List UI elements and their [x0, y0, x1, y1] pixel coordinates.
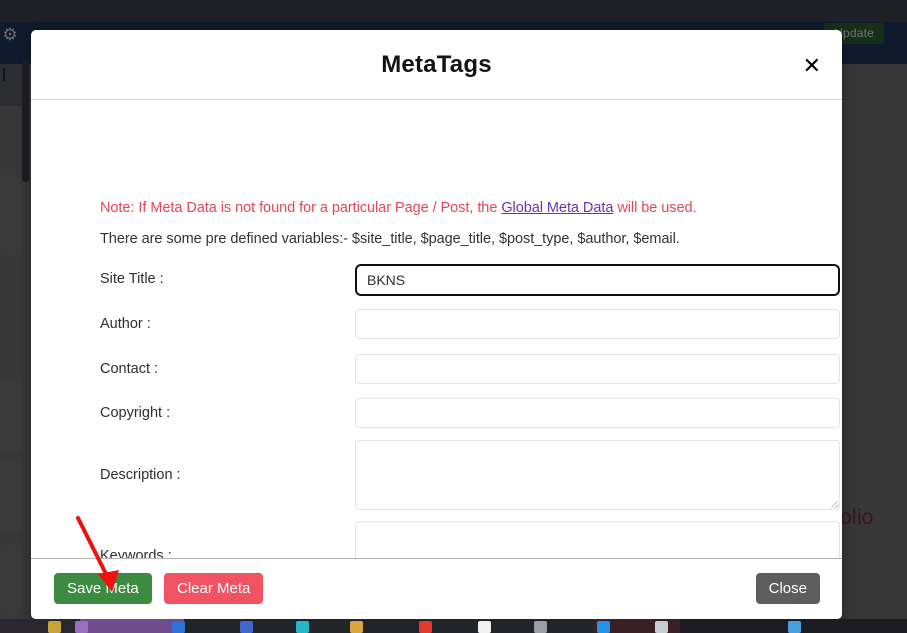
field-label-copyright: Copyright : [100, 405, 171, 421]
clear-meta-button[interactable]: Clear Meta [164, 573, 264, 604]
dock-icon-app[interactable] [296, 621, 309, 633]
author-input[interactable] [355, 309, 840, 339]
description-textarea[interactable] [355, 440, 840, 510]
save-meta-button[interactable]: Save Meta [54, 573, 152, 604]
predefined-variables-text: There are some pre defined variables:- $… [100, 231, 680, 247]
dock-icon-app[interactable] [75, 621, 88, 633]
metatags-modal: MetaTags ✕ Note: If Meta Data is not fou… [31, 30, 842, 619]
dock-segment [80, 619, 184, 633]
copyright-input[interactable] [355, 398, 840, 428]
field-label-author: Author : [100, 316, 151, 332]
contact-input[interactable] [355, 354, 840, 384]
modal-body: Note: If Meta Data is not found for a pa… [31, 100, 842, 591]
dock-icon-app[interactable] [350, 621, 363, 633]
modal-footer: Save Meta Clear Meta Close [31, 558, 842, 619]
dock-icon-app[interactable] [655, 621, 668, 633]
dock-segment [0, 619, 80, 633]
global-meta-data-link[interactable]: Global Meta Data [501, 200, 613, 216]
page-title: MetaTags [381, 50, 492, 78]
dock-icon-app[interactable] [597, 621, 610, 633]
dock-icon-app[interactable] [240, 621, 253, 633]
meta-note-suffix: will be used. [613, 200, 697, 216]
close-icon[interactable]: ✕ [803, 56, 821, 78]
dock-icon-app[interactable] [172, 621, 185, 633]
screen: ⚙ Update tfolio MetaTags ✕ Note: If Meta… [0, 0, 907, 633]
dock-icon-app[interactable] [478, 621, 491, 633]
meta-note: Note: If Meta Data is not found for a pa… [100, 200, 697, 216]
modal-header: MetaTags ✕ [31, 30, 842, 100]
dock-icon-app[interactable] [419, 621, 432, 633]
field-label-site-title: Site Title : [100, 271, 164, 287]
site-title-input[interactable] [355, 264, 840, 296]
os-taskbar[interactable] [0, 619, 907, 633]
field-label-description: Description : [100, 467, 181, 483]
meta-note-prefix: Note: If Meta Data is not found for a pa… [100, 200, 502, 216]
field-label-contact: Contact : [100, 361, 159, 377]
dock-icon-app[interactable] [788, 621, 801, 633]
dock-icon-app[interactable] [48, 621, 61, 633]
close-button[interactable]: Close [755, 573, 820, 604]
dock-icon-app[interactable] [534, 621, 547, 633]
